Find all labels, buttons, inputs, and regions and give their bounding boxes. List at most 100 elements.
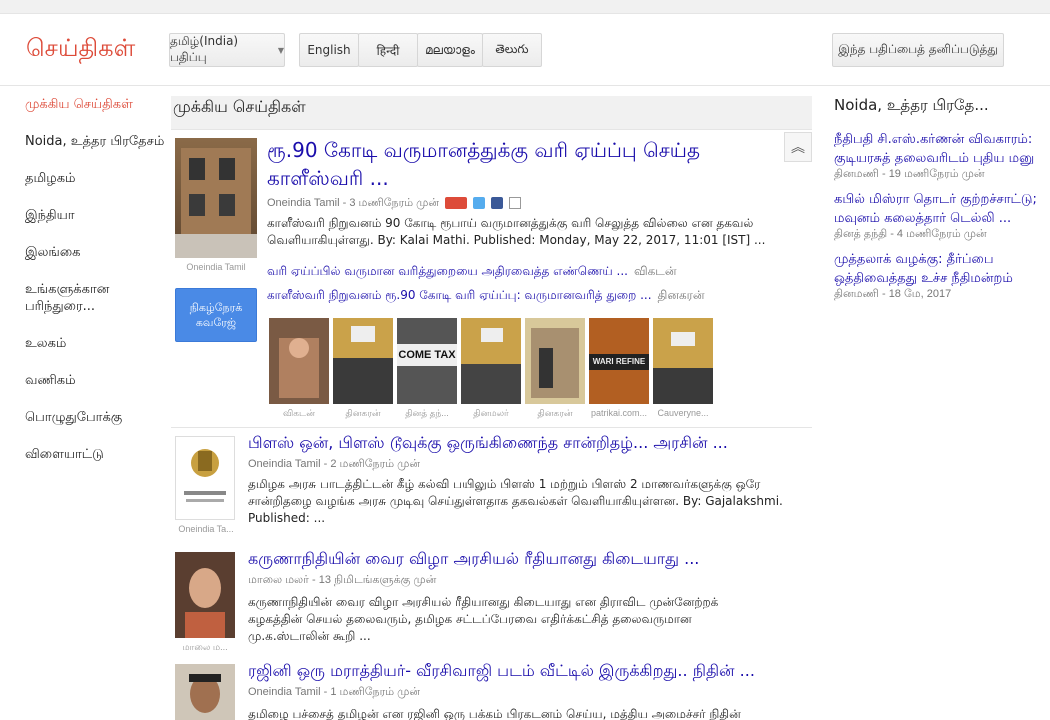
story-cluster-3: மாலை ம... கருணாநிதியின் வைர விழா அரசியல்… [171, 548, 812, 668]
story-source: Oneindia Tamil [248, 686, 321, 698]
google-plus-icon[interactable] [445, 197, 468, 210]
related-source: தினகரன் [657, 288, 705, 302]
nav-recommended[interactable]: உங்களுக்கான பரிந்துரை... [0, 281, 120, 315]
section-title: முக்கிய செய்திகள் [171, 96, 812, 130]
story-thumbnail[interactable] [175, 664, 235, 720]
chevron-down-icon: ▼ [277, 45, 284, 55]
story-thumbnail[interactable] [175, 552, 235, 638]
local-news-source: தினத் தந்தி [834, 228, 888, 240]
related-article[interactable]: வரி ஏய்ப்பில் வருமான வரித்துறையை அதிரவைத… [267, 264, 676, 280]
strip-caption: தினகரன் [345, 408, 381, 418]
story-thumbnail[interactable] [175, 436, 235, 520]
related-article[interactable]: காளீஸ்வரி நிறுவனம் ரூ.90 கோடி வரி ஏய்ப்ப… [267, 288, 705, 304]
story-thumbnail[interactable] [175, 138, 257, 258]
strip-image-text: COME TAX [397, 344, 457, 366]
story-time: 1 மணிநேரம் முன் [330, 686, 421, 698]
building-image [175, 148, 257, 258]
email-icon[interactable] [509, 197, 522, 210]
strip-image[interactable] [653, 318, 713, 404]
twitter-icon[interactable] [473, 197, 486, 210]
lang-hindi[interactable]: हिन्दी [358, 33, 418, 67]
emblem-image [184, 449, 226, 502]
nav-entertainment[interactable]: பொழுதுபோக்கு [0, 409, 168, 426]
story-snippet: கருணாநிதியின் வைர விழா அரசியல் ரீதியானது… [248, 595, 719, 643]
lang-english[interactable]: English [299, 33, 359, 67]
strip-photo [461, 328, 521, 404]
story-source: Oneindia Tamil [267, 197, 340, 209]
strip-caption: தினத் தந்... [405, 408, 449, 418]
strip-image[interactable] [269, 318, 329, 404]
person-photo [175, 664, 235, 720]
local-news-title[interactable]: Noida, உத்தர பிரதே... [834, 96, 1044, 116]
nav-business[interactable]: வணிகம் [0, 372, 168, 389]
thumbnail-source: மாலை ம... [182, 642, 228, 652]
realtime-coverage-button[interactable]: நிகழ்நேரக் கவரேஜ் [175, 288, 257, 342]
strip-photo [531, 328, 579, 398]
related-title: காளீஸ்வரி நிறுவனம் ரூ.90 கோடி வரி ஏய்ப்ப… [267, 288, 652, 302]
strip-photo [279, 338, 319, 398]
local-news-link[interactable]: நீதிபதி சி.எஸ்.கர்ணன் விவகாரம்: குடியரசு… [834, 130, 1044, 168]
lang-malayalam[interactable]: മലയാളം [417, 33, 483, 67]
thumbnail-source: Oneindia Tamil [186, 262, 246, 272]
local-news-link[interactable]: முத்தலாக் வழக்கு: தீர்ப்பை ஒத்திவைத்தது … [834, 250, 1044, 288]
strip-caption: patrikai.com... [590, 408, 648, 418]
facebook-icon[interactable] [491, 197, 504, 210]
story-cluster-1: Oneindia Tamil ︽ ரூ.90 கோடி வருமானத்துக்… [171, 130, 812, 428]
related-title: வரி ஏய்ப்பில் வருமான வரித்துறையை அதிரவைத… [267, 264, 628, 278]
strip-image[interactable] [525, 318, 585, 404]
local-news-source: தினமணி [834, 288, 879, 300]
nav-sports[interactable]: விளையாட்டு [0, 446, 168, 463]
local-news-link[interactable]: கபில் மிஸ்ரா தொடர் குற்றச்சாட்டு; மவுனம்… [834, 190, 1044, 228]
lang-telugu[interactable]: తెలుగు [482, 33, 542, 67]
story-snippet: காளீஸ்வரி நிறுவனம் 90 கோடி ரூபாய் வருமான… [267, 216, 766, 247]
story-time: 13 நிமிடங்களுக்கு முன் [318, 574, 437, 586]
nav-srilanka[interactable]: இலங்கை [0, 244, 168, 261]
nav-noida[interactable]: Noida, உத்தர பிரதேசம் [0, 133, 168, 150]
header: செய்திகள் தமிழ்(India) பதிப்பு ▼ English… [0, 14, 1050, 86]
strip-image[interactable]: COME TAX [397, 318, 457, 404]
local-news-time: 18 மே, 2017 [888, 288, 952, 300]
story-cluster-2: Oneindia Ta... பிளஸ் ஒன், பிளஸ் டூவுக்கு… [171, 430, 812, 550]
local-news-item: கபில் மிஸ்ரா தொடர் குற்றச்சாட்டு; மவுனம்… [834, 190, 1044, 242]
nav-world[interactable]: உலகம் [0, 335, 168, 352]
main-column: Oneindia Tamil ︽ ரூ.90 கோடி வருமானத்துக்… [171, 130, 812, 720]
story-title[interactable]: பிளஸ் ஒன், பிளஸ் டூவுக்கு ஒருங்கிணைந்த ச… [248, 432, 788, 454]
local-news-column: Noida, உத்தர பிரதே... நீதிபதி சி.எஸ்.கர்… [834, 96, 1044, 310]
story-time: 2 மணிநேரம் முன் [330, 458, 421, 470]
edition-label: தமிழ்(India) பதிப்பு [170, 34, 239, 64]
nav-india[interactable]: இந்தியா [0, 207, 168, 224]
local-news-item: முத்தலாக் வழக்கு: தீர்ப்பை ஒத்திவைத்தது … [834, 250, 1044, 302]
nav-top-stories[interactable]: முக்கிய செய்திகள் [0, 96, 168, 113]
local-news-time: 4 மணிநேரம் முன் [896, 228, 987, 240]
logo[interactable]: செய்திகள் [26, 34, 135, 65]
strip-image[interactable] [461, 318, 521, 404]
personalize-button[interactable]: இந்த பதிப்பைத் தனிப்படுத்து [832, 33, 1004, 67]
person-photo [175, 552, 235, 638]
strip-photo [333, 326, 393, 404]
collapse-button[interactable]: ︽ [784, 132, 812, 162]
story-time: 3 மணிநேரம் முன் [349, 197, 440, 209]
left-nav: முக்கிய செய்திகள் Noida, உத்தர பிரதேசம் … [0, 96, 168, 483]
story-title[interactable]: ரூ.90 கோடி வருமானத்துக்கு வரி ஏய்ப்பு செ… [267, 136, 777, 192]
story-source-line: Oneindia Tamil - 2 மணிநேரம் முன் [248, 458, 421, 470]
story-source: மாலை மலர் [248, 574, 309, 586]
story-source-line: Oneindia Tamil - 1 மணிநேரம் முன் [248, 686, 421, 698]
local-news-item: நீதிபதி சி.எஸ்.கர்ணன் விவகாரம்: குடியரசு… [834, 130, 1044, 182]
chevron-up-icon: ︽ [791, 139, 805, 155]
story-source-line: Oneindia Tamil - 3 மணிநேரம் முன் [267, 197, 522, 211]
related-source: விகடன் [633, 264, 677, 278]
thumbnail-source: Oneindia Ta... [178, 524, 234, 534]
strip-image[interactable] [333, 318, 393, 404]
edition-selector[interactable]: தமிழ்(India) பதிப்பு ▼ [169, 33, 285, 67]
strip-caption: தினமலர் [473, 408, 509, 418]
top-strip [0, 0, 1050, 14]
strip-caption: Cauveryne... [657, 408, 709, 418]
strip-image[interactable]: WARI REFINE [589, 318, 649, 404]
nav-tamilnadu[interactable]: தமிழகம் [0, 170, 168, 187]
story-title[interactable]: ரஜினி ஒரு மராத்தியர்- வீரசிவாஜி படம் வீட… [248, 660, 808, 682]
strip-caption: விகடன் [283, 408, 315, 418]
story-cluster-4: ரஜினி ஒரு மராத்தியர்- வீரசிவாஜி படம் வீட… [171, 660, 812, 720]
story-title[interactable]: கருணாநிதியின் வைர விழா அரசியல் ரீதியானது… [248, 548, 788, 570]
strip-image-text: WARI REFINE [589, 354, 649, 370]
local-news-source-line: தினத் தந்தி - 4 மணிநேரம் முன் [834, 228, 987, 240]
